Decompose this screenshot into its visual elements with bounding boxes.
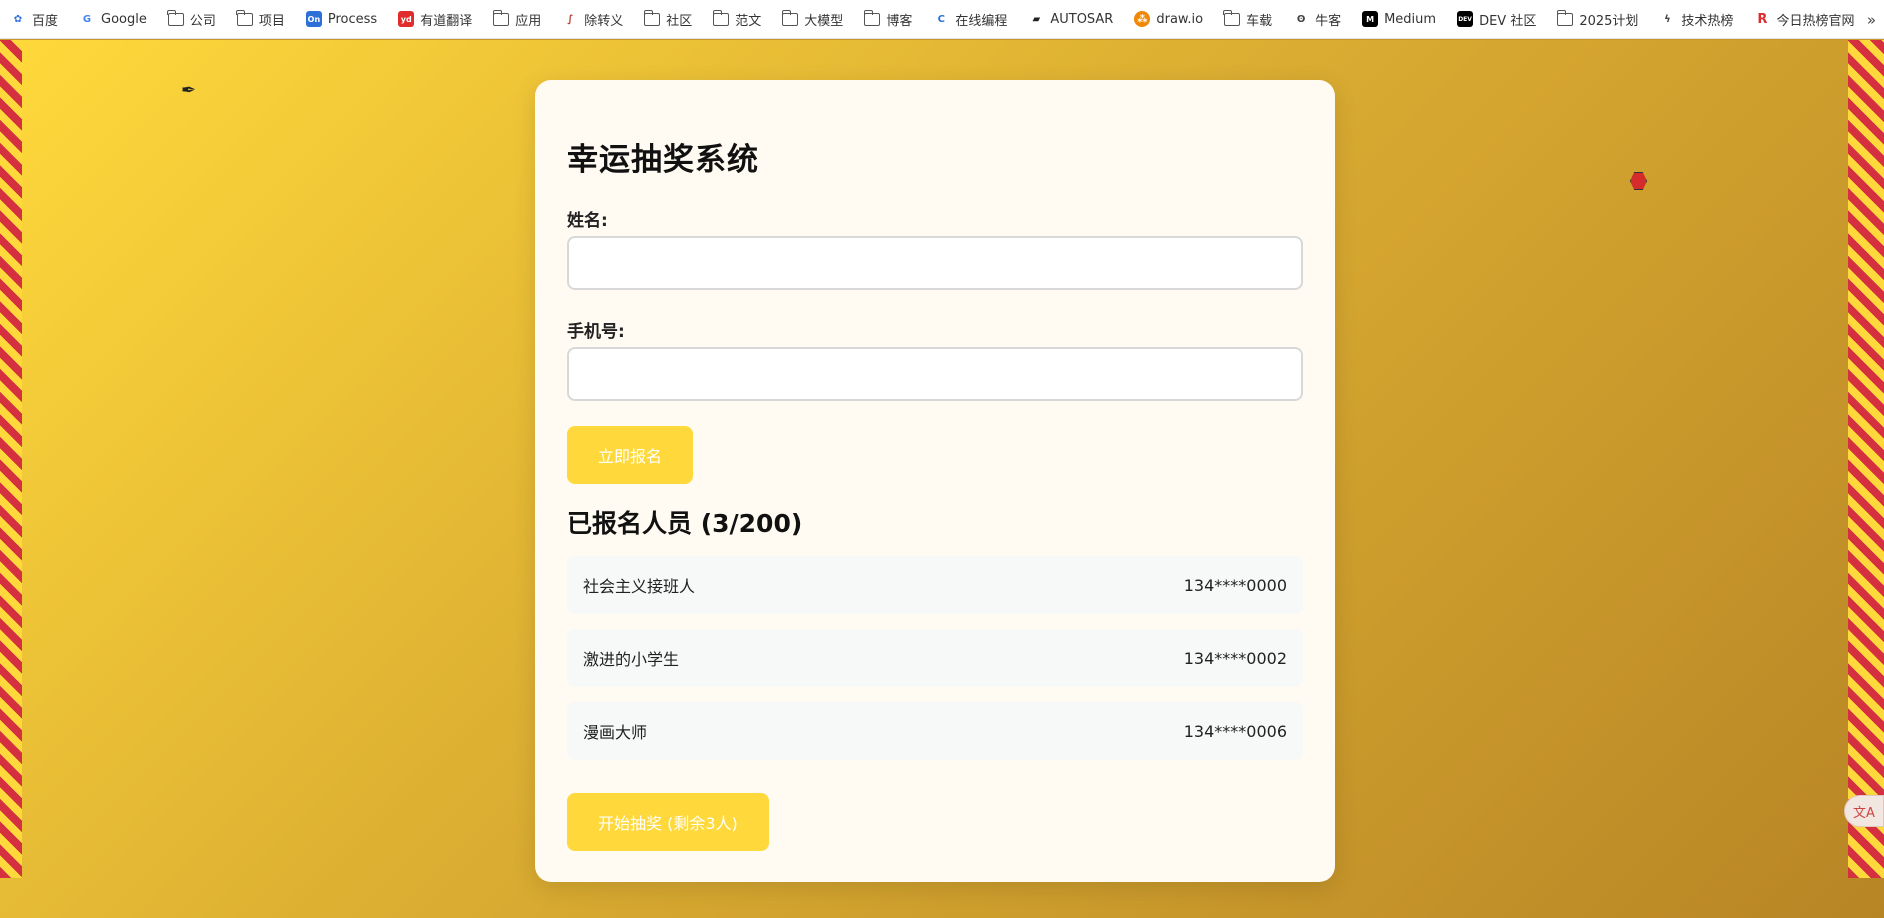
bookmark-baidu[interactable]: ✿ 百度 xyxy=(4,5,64,33)
autosar-icon: ▰ xyxy=(1032,13,1041,25)
pen-cursor-icon: ✒ xyxy=(181,80,197,101)
right-hazard-stripe xyxy=(1848,40,1884,878)
name-label: 姓名: xyxy=(567,211,608,231)
bookmark-label: 牛客 xyxy=(1315,13,1342,29)
bookmark-folder-company[interactable]: 公司 xyxy=(162,5,222,33)
bookmark-youdao[interactable]: yd 有道翻译 xyxy=(392,5,478,33)
bookmark-folder-apps[interactable]: 应用 xyxy=(487,5,547,33)
bookmark-rebang[interactable]: R 今日热榜官网 xyxy=(1748,5,1860,33)
bookmark-label: 应用 xyxy=(515,13,542,29)
bookmark-label: 在线编程 xyxy=(955,13,1008,29)
unescape-icon: ∫ xyxy=(567,13,574,25)
folder-icon xyxy=(1556,9,1574,26)
participant-name: 激进的小学生 xyxy=(583,650,680,669)
bookmark-label: 范文 xyxy=(735,13,762,29)
folder-icon xyxy=(167,9,184,26)
bookmark-folder-llm[interactable]: 大模型 xyxy=(776,5,849,33)
bookmark-label: 技术热榜 xyxy=(1681,13,1734,29)
bookmark-label: AUTOSAR xyxy=(1050,11,1114,27)
bookmark-autosar[interactable]: ▰ AUTOSAR xyxy=(1022,5,1119,33)
drawio-icon: ⁂ xyxy=(1134,11,1151,27)
rebang-icon: R xyxy=(1757,11,1768,27)
folder-icon xyxy=(492,9,510,26)
folder-icon xyxy=(712,9,730,26)
participant-name: 社会主义接班人 xyxy=(583,577,696,596)
nowcoder-icon: ʘ xyxy=(1296,13,1306,25)
dev-icon: DEV xyxy=(1457,11,1474,27)
register-button[interactable]: 立即报名 xyxy=(567,426,694,484)
baidu-icon: ✿ xyxy=(13,13,23,25)
bookmark-folder-vehicle[interactable]: 车载 xyxy=(1218,5,1278,33)
participant-name: 漫画大师 xyxy=(583,723,648,742)
youdao-icon: yd xyxy=(398,11,415,27)
folder-icon xyxy=(781,9,799,26)
online-coding-icon: C xyxy=(937,13,945,25)
bookmark-processon[interactable]: On Process xyxy=(300,5,383,33)
bookmark-folder-community[interactable]: 社区 xyxy=(638,5,698,33)
bookmark-label: Google xyxy=(101,11,147,27)
bookmark-folder-blog[interactable]: 博客 xyxy=(858,5,918,33)
bookmark-label: 博客 xyxy=(886,13,913,29)
participants-heading: 已报名人员 (3/200) xyxy=(567,509,803,538)
bookmark-label: 大模型 xyxy=(804,13,844,29)
bookmark-google[interactable]: G Google xyxy=(73,5,153,33)
medium-icon: M xyxy=(1362,11,1379,27)
participant-phone: 134****0002 xyxy=(1183,648,1287,668)
bookmark-folder-plan-2025[interactable]: 2025计划 xyxy=(1551,5,1644,33)
tech-hot-icon: ϟ xyxy=(1664,13,1671,25)
participant-phone: 134****0006 xyxy=(1183,721,1287,741)
bookmark-drawio[interactable]: ⁂ draw.io xyxy=(1128,5,1209,33)
folder-icon xyxy=(236,9,253,26)
translate-float-icon[interactable]: 文A xyxy=(1844,795,1884,827)
start-draw-button[interactable]: 开始抽奖 (剩余3人) xyxy=(567,793,769,851)
bookmark-label: 今日热榜官网 xyxy=(1776,13,1855,29)
bookmark-label: 除转义 xyxy=(584,13,624,29)
page-title: 幸运抽奖系统 xyxy=(567,142,759,178)
bookmark-label: 2025计划 xyxy=(1579,13,1639,29)
bookmark-label: Medium xyxy=(1384,11,1437,27)
google-icon: G xyxy=(82,13,92,25)
bookmark-tech-hot[interactable]: ϟ 技术热榜 xyxy=(1653,5,1739,33)
bookmark-nowcoder[interactable]: ʘ 牛客 xyxy=(1287,5,1347,33)
bookmark-folder-essay[interactable]: 范文 xyxy=(707,5,767,33)
participant-phone: 134****0000 xyxy=(1183,575,1287,595)
bookmark-unescape[interactable]: ∫ 除转义 xyxy=(556,5,629,33)
bookmark-online-coding[interactable]: C 在线编程 xyxy=(927,5,1013,33)
bookmark-medium[interactable]: M Medium xyxy=(1356,5,1442,33)
processon-icon: On xyxy=(305,11,322,27)
phone-input[interactable] xyxy=(567,347,1303,401)
bookmark-label: DEV 社区 xyxy=(1479,13,1537,29)
bookmarks-overflow-button[interactable]: » xyxy=(1867,0,1876,38)
list-item: 漫画大师 134****0006 xyxy=(567,702,1303,760)
list-item: 激进的小学生 134****0002 xyxy=(567,629,1303,687)
bookmark-label: 有道翻译 xyxy=(420,13,473,29)
bookmark-label: 百度 xyxy=(32,13,59,29)
bookmark-label: draw.io xyxy=(1156,11,1204,27)
folder-icon xyxy=(1223,9,1241,26)
phone-label: 手机号: xyxy=(567,322,625,342)
bookmark-label: 社区 xyxy=(666,13,693,29)
lottery-card: 幸运抽奖系统 姓名: 手机号: 立即报名 已报名人员 (3/200) 社会主义接… xyxy=(535,80,1335,882)
participant-list: 社会主义接班人 134****0000 激进的小学生 134****0002 漫… xyxy=(567,556,1303,775)
bookmark-label: 车载 xyxy=(1246,13,1273,29)
bookmark-dev[interactable]: DEV DEV 社区 xyxy=(1451,5,1542,33)
bookmark-label: 公司 xyxy=(189,13,216,29)
bookmarks-bar: ✿ 百度 G Google 公司 项目 On Process yd 有道翻译 应用 ∫ 除… xyxy=(0,0,1884,39)
folder-icon xyxy=(643,9,661,26)
bookmark-label: Process xyxy=(327,11,378,27)
list-item: 社会主义接班人 134****0000 xyxy=(567,556,1303,614)
bookmark-label: 项目 xyxy=(258,13,285,29)
left-hazard-stripe xyxy=(0,40,22,878)
folder-icon xyxy=(863,9,881,26)
name-input[interactable] xyxy=(567,236,1303,290)
bookmark-folder-project[interactable]: 项目 xyxy=(231,5,291,33)
